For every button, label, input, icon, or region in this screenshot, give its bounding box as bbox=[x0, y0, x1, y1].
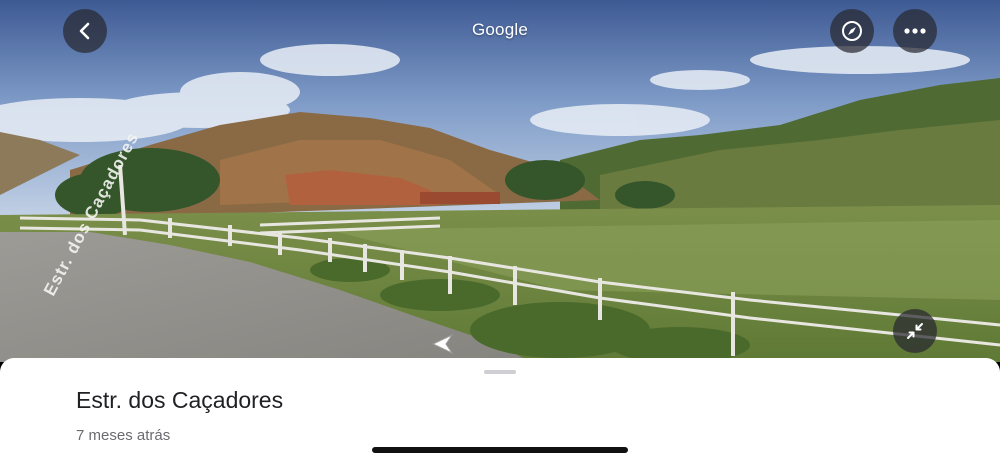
more-options-button[interactable] bbox=[893, 9, 937, 53]
collapse-arrows-icon bbox=[907, 323, 923, 339]
more-horizontal-icon bbox=[904, 28, 926, 34]
place-name: Estr. dos Caçadores bbox=[76, 387, 284, 413]
navigation-arrow-icon[interactable] bbox=[430, 331, 460, 357]
chevron-left-icon bbox=[79, 22, 90, 40]
home-indicator[interactable] bbox=[372, 447, 628, 453]
collapse-button[interactable] bbox=[893, 309, 937, 353]
top-bar: Google bbox=[0, 0, 1000, 64]
sheet-drag-handle[interactable] bbox=[484, 370, 516, 374]
place-info-sheet[interactable]: Estr. dos Caçadores 7 meses atrás bbox=[0, 358, 1000, 462]
compass-button[interactable] bbox=[830, 9, 874, 53]
back-button[interactable] bbox=[63, 9, 107, 53]
capture-date: 7 meses atrás bbox=[76, 427, 171, 444]
compass-icon bbox=[842, 21, 862, 41]
app-title: Google bbox=[471, 20, 529, 39]
